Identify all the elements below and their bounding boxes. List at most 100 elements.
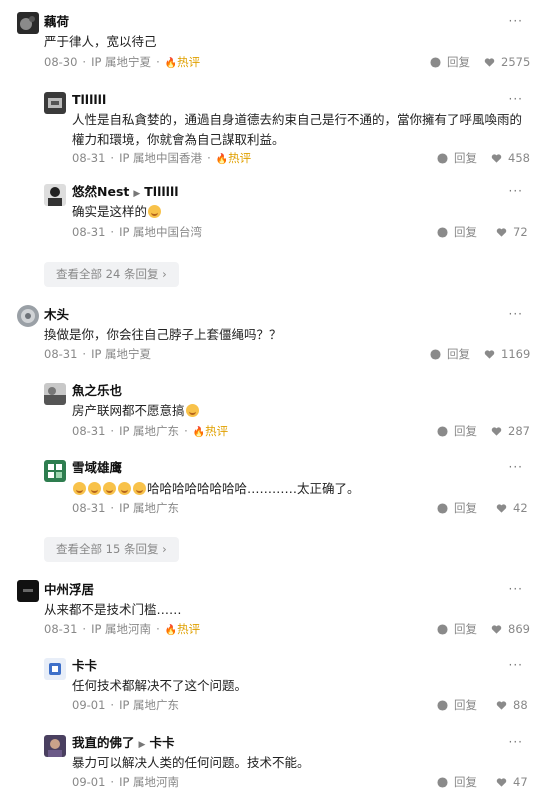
reply-text: 哈哈哈哈哈哈哈哈…………太正确了。 bbox=[72, 479, 360, 499]
comment-bubble-icon bbox=[437, 623, 448, 635]
heart-icon bbox=[496, 700, 507, 711]
more-dots-icon[interactable]: ··· bbox=[509, 15, 523, 27]
reply-button[interactable]: 回复 bbox=[437, 423, 477, 439]
ip-location: IP 属地宁夏 bbox=[91, 55, 152, 69]
comment-text: 严于律人，宽以待己 bbox=[44, 34, 157, 49]
avatar[interactable] bbox=[44, 92, 66, 114]
heart-icon bbox=[496, 777, 507, 788]
heart-icon bbox=[491, 624, 502, 635]
laughing-emoji-icon bbox=[88, 482, 101, 495]
reply-button[interactable]: 回复 bbox=[430, 54, 470, 70]
reply-author[interactable]: Tllllll bbox=[72, 92, 106, 108]
comment-bubble-icon bbox=[437, 425, 448, 437]
hot-badge: 🔥热评 bbox=[192, 424, 229, 438]
hot-badge: 🔥热评 bbox=[215, 151, 252, 165]
comment-meta: 08-31 · IP 属地宁夏 bbox=[44, 347, 152, 361]
comment-meta: 08-30 · IP 属地宁夏 · 🔥热评 bbox=[44, 55, 201, 69]
chevron-right-icon: › bbox=[162, 542, 167, 556]
avatar[interactable] bbox=[44, 460, 66, 482]
reply-to-user[interactable]: Tllllll bbox=[144, 184, 178, 199]
view-all-replies-button[interactable]: 查看全部 24 条回复 › bbox=[44, 262, 179, 287]
comment-bubble-icon bbox=[437, 226, 448, 238]
triangle-right-icon: ▶ bbox=[138, 740, 146, 750]
comment-bubble-icon bbox=[430, 56, 441, 68]
more-dots-icon[interactable]: ··· bbox=[509, 583, 523, 595]
like-button[interactable]: 287 bbox=[491, 423, 530, 439]
triangle-right-icon: ▶ bbox=[133, 189, 141, 199]
avatar[interactable] bbox=[44, 658, 66, 680]
reply-to-user[interactable]: 卡卡 bbox=[149, 735, 174, 750]
heart-icon bbox=[484, 349, 495, 360]
laughing-emoji-icon bbox=[73, 482, 86, 495]
heart-icon bbox=[496, 227, 507, 238]
like-button[interactable]: 72 bbox=[496, 224, 528, 240]
reply-button[interactable]: 回复 bbox=[437, 500, 477, 516]
comment-bubble-icon bbox=[437, 776, 448, 788]
reply-button[interactable]: 回复 bbox=[430, 346, 470, 362]
more-dots-icon[interactable]: ··· bbox=[509, 461, 523, 473]
flame-icon: 🔥 bbox=[215, 154, 229, 165]
like-button[interactable]: 869 bbox=[491, 621, 530, 637]
comment-author[interactable]: 木头 bbox=[44, 307, 69, 323]
comment-meta: 08-31 · IP 属地河南 · 🔥热评 bbox=[44, 622, 201, 636]
reply-author: 我直的佛了 ▶ 卡卡 bbox=[72, 735, 175, 750]
avatar[interactable] bbox=[17, 12, 39, 34]
view-all-replies-button[interactable]: 查看全部 15 条回复 › bbox=[44, 537, 179, 562]
flame-icon: 🔥 bbox=[192, 427, 206, 438]
reply-text: 房产联网都不愿意搞 bbox=[72, 401, 200, 421]
avatar[interactable] bbox=[17, 580, 39, 602]
laughing-emoji-icon bbox=[148, 205, 162, 218]
like-button[interactable]: 47 bbox=[496, 774, 528, 790]
reply-author[interactable]: 卡卡 bbox=[72, 658, 97, 674]
comment-text: 从来都不是技术门槛…… bbox=[44, 602, 182, 617]
more-dots-icon[interactable]: ··· bbox=[509, 736, 523, 748]
avatar[interactable] bbox=[44, 383, 66, 405]
avatar[interactable] bbox=[44, 184, 66, 206]
reply-author[interactable]: 魚之乐也 bbox=[72, 383, 122, 399]
reply-meta: 08-31 · IP 属地广东 bbox=[72, 501, 180, 515]
more-dots-icon[interactable]: ··· bbox=[509, 93, 523, 105]
chevron-right-icon: › bbox=[162, 267, 167, 281]
reply-text: 任何技术都解决不了这个问题。 bbox=[72, 678, 248, 693]
comment-bubble-icon bbox=[437, 152, 448, 164]
reply-meta: 08-31 · IP 属地广东 · 🔥热评 bbox=[72, 424, 229, 438]
reply-author: 悠然Nest ▶ Tllllll bbox=[72, 184, 179, 199]
like-button[interactable]: 88 bbox=[496, 697, 528, 713]
more-dots-icon[interactable]: ··· bbox=[509, 659, 523, 671]
comment-bubble-icon bbox=[430, 348, 441, 360]
reply-author[interactable]: 雪域雄鹰 bbox=[72, 460, 122, 476]
reply-meta: 08-31 · IP 属地中国香港 · 🔥热评 bbox=[72, 151, 252, 165]
reply-text: 确实是这样的 bbox=[72, 202, 162, 222]
hot-badge: 🔥热评 bbox=[164, 622, 201, 636]
heart-icon bbox=[484, 57, 495, 68]
avatar[interactable] bbox=[44, 735, 66, 757]
more-dots-icon[interactable]: ··· bbox=[509, 308, 523, 320]
comment-author[interactable]: 藕荷 bbox=[44, 14, 69, 30]
laughing-emoji-icon bbox=[103, 482, 116, 495]
comment-author[interactable]: 中州浮居 bbox=[44, 582, 94, 598]
hot-badge: 🔥热评 bbox=[164, 55, 201, 69]
like-button[interactable]: 1169 bbox=[484, 346, 530, 362]
reply-button[interactable]: 回复 bbox=[437, 697, 477, 713]
more-dots-icon[interactable]: ··· bbox=[509, 185, 523, 197]
laughing-emoji-icon bbox=[118, 482, 131, 495]
comment-date: 08-30 bbox=[44, 55, 78, 69]
like-button[interactable]: 2575 bbox=[484, 54, 530, 70]
like-button[interactable]: 42 bbox=[496, 500, 528, 516]
reply-button[interactable]: 回复 bbox=[437, 224, 477, 240]
reply-button[interactable]: 回复 bbox=[437, 621, 477, 637]
reply-meta: 09-01 · IP 属地广东 bbox=[72, 698, 180, 712]
laughing-emoji-icon bbox=[185, 404, 199, 417]
reply-meta: 09-01 · IP 属地河南 bbox=[72, 775, 180, 789]
reply-button[interactable]: 回复 bbox=[437, 150, 477, 166]
reply-button[interactable]: 回复 bbox=[437, 774, 477, 790]
heart-icon bbox=[491, 153, 502, 164]
heart-icon bbox=[496, 503, 507, 514]
heart-icon bbox=[491, 426, 502, 437]
like-button[interactable]: 458 bbox=[491, 150, 530, 166]
flame-icon: 🔥 bbox=[164, 58, 178, 69]
reply-text: 人性是自私貪婪的，通過自身道德去約束自己是行不通的，當你擁有了呼風喚雨的權力和環… bbox=[72, 112, 523, 147]
avatar[interactable] bbox=[17, 305, 39, 327]
reply-text: 暴力可以解决人类的任何问题。技术不能。 bbox=[72, 755, 310, 770]
comment-text: 換做是你，你会往自己脖子上套僵绳吗？？ bbox=[44, 327, 282, 342]
